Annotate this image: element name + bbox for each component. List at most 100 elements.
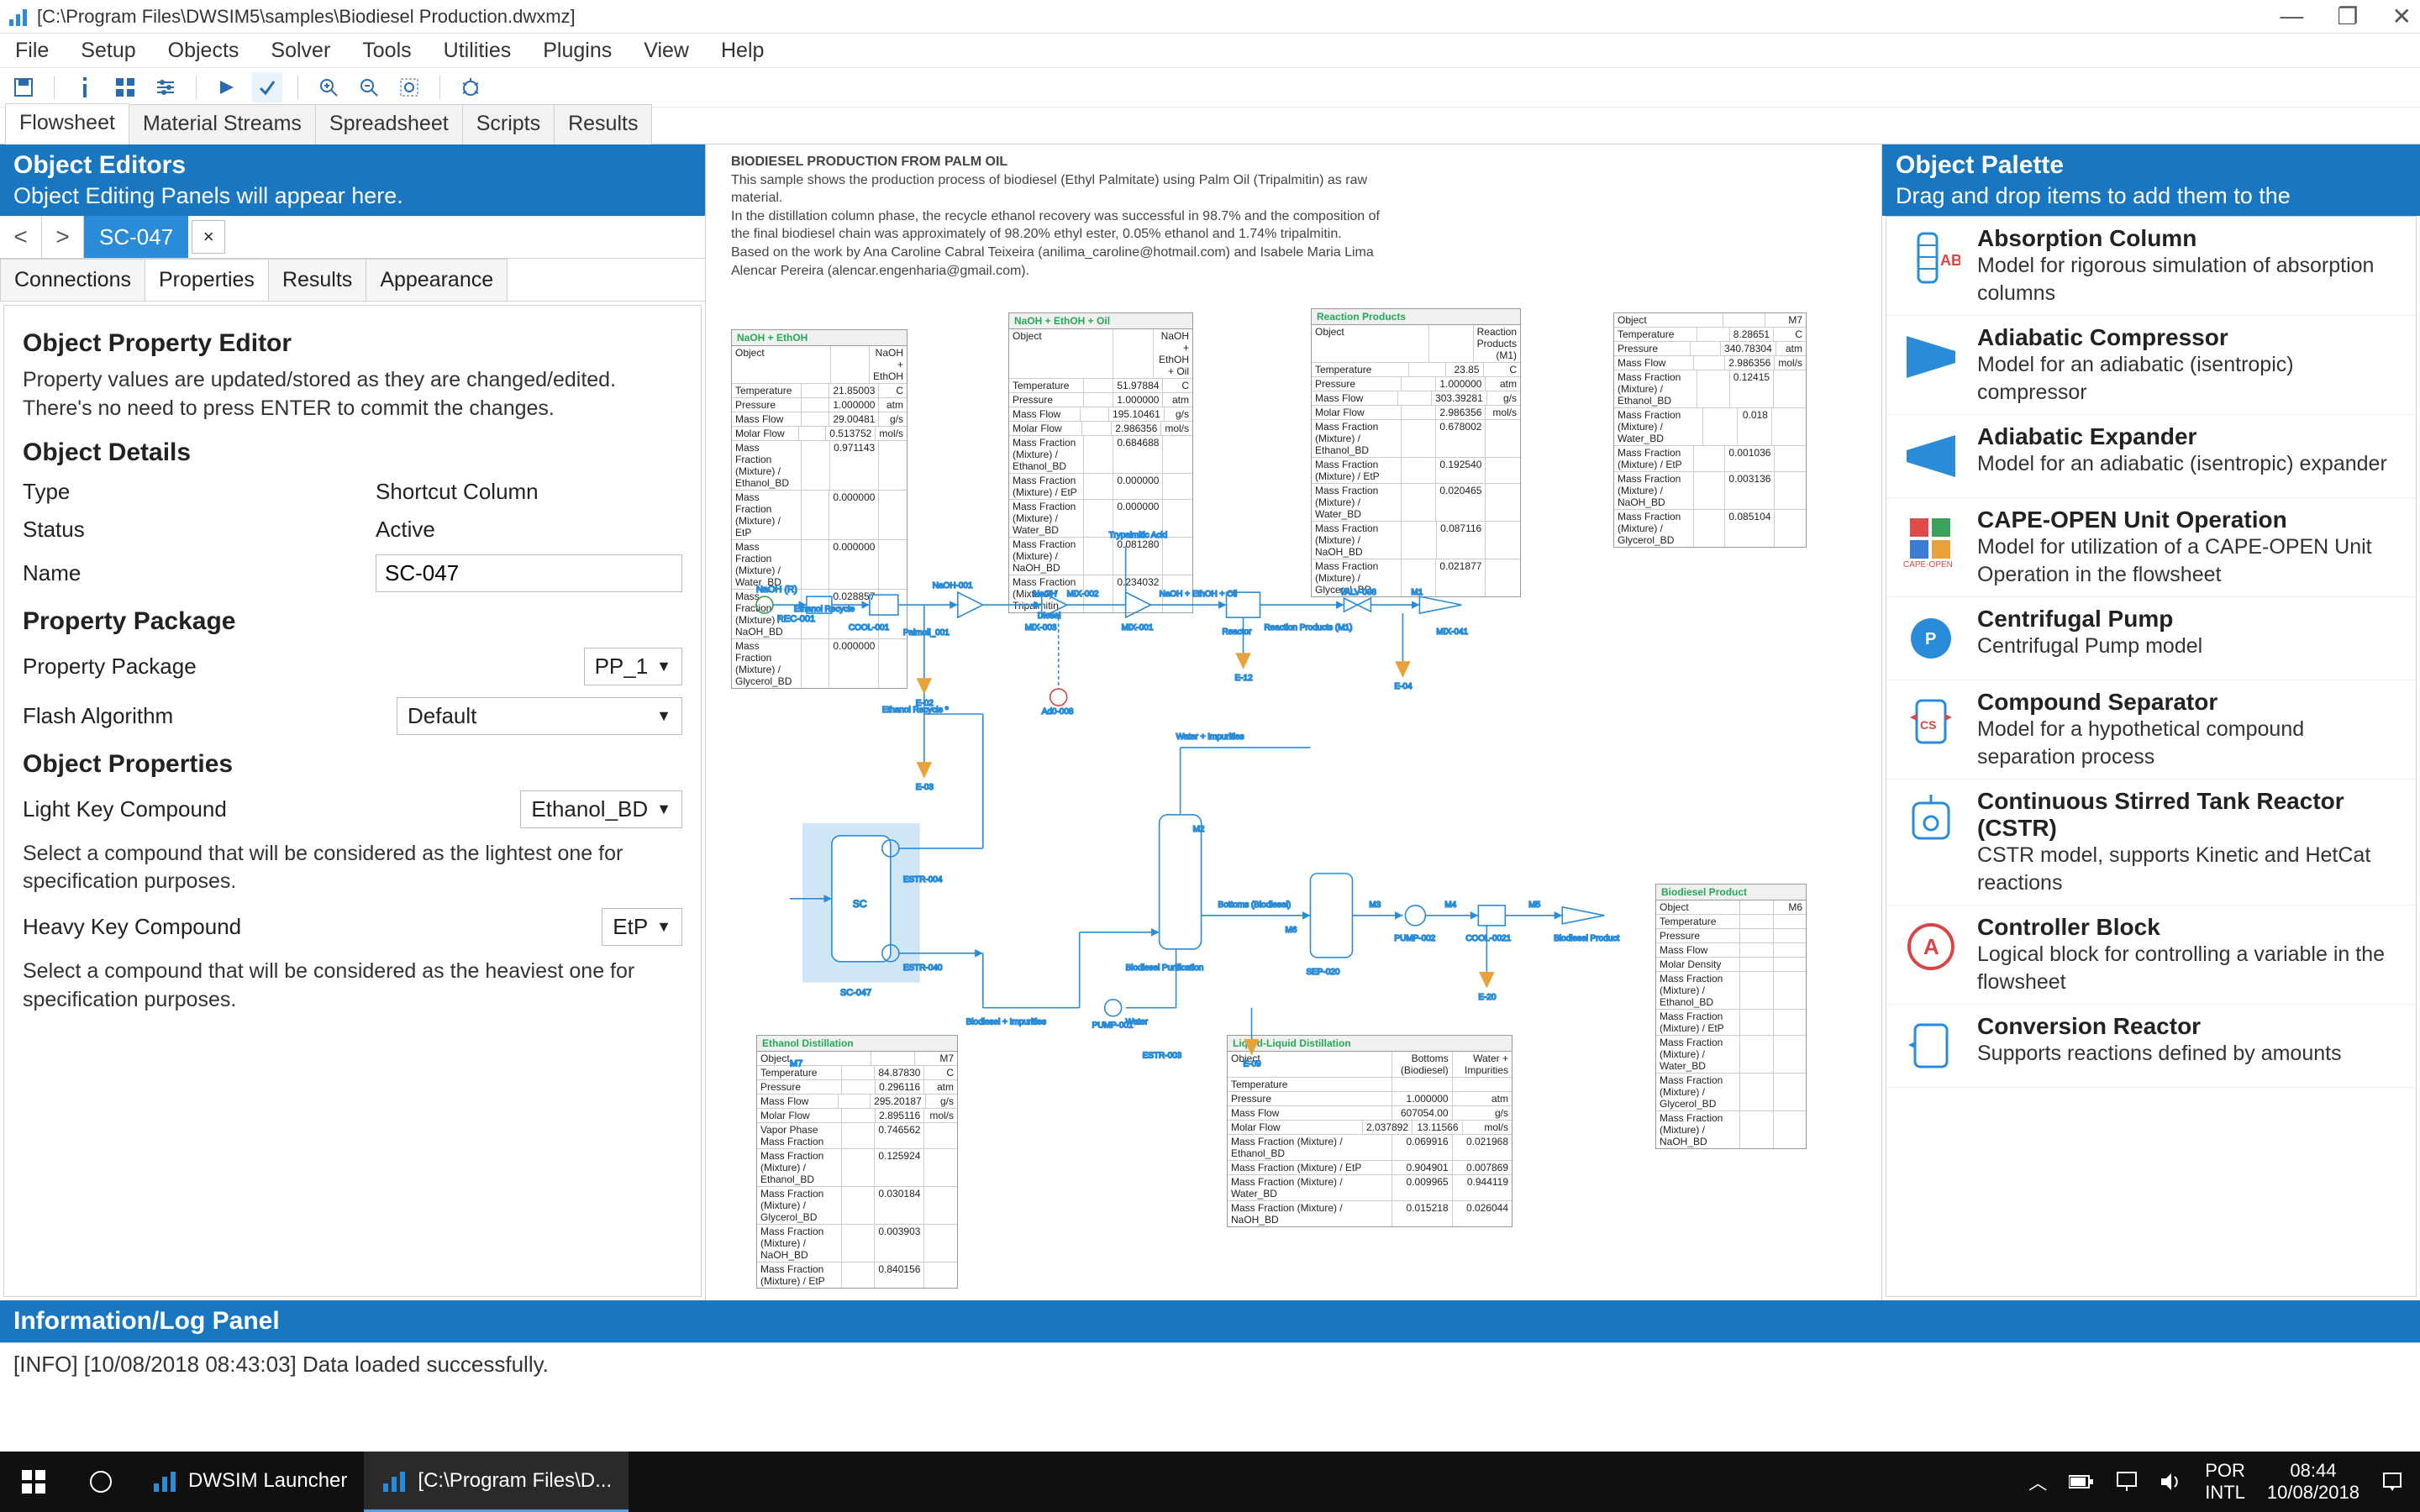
menu-utilities[interactable]: Utilities — [437, 35, 518, 66]
svg-text:M3: M3 — [1369, 900, 1381, 910]
flowsheet-diagram: NaOH (R) REC-001 Ethanol Recycle COOL-00… — [706, 144, 1881, 1300]
subtab-connections[interactable]: Connections — [0, 259, 145, 301]
tab-results[interactable]: Results — [554, 104, 652, 144]
maximize-button[interactable]: ❐ — [2337, 3, 2358, 30]
svg-text:M7: M7 — [790, 1059, 802, 1069]
zoom-in-icon[interactable] — [313, 72, 344, 102]
start-button[interactable] — [0, 1452, 67, 1512]
property-editor[interactable]: Object Property Editor Property values a… — [3, 305, 702, 1297]
svg-text:COOL-001: COOL-001 — [849, 623, 890, 633]
menu-help[interactable]: Help — [714, 35, 771, 66]
taskbar-app-dwsim-file[interactable]: [C:\Program Files\D... — [364, 1452, 629, 1512]
subtab-results[interactable]: Results — [268, 259, 366, 301]
palette-item[interactable]: CSCompound SeparatorModel for a hypothet… — [1886, 680, 2416, 780]
palette-item[interactable]: Conversion ReactorSupports reactions def… — [1886, 1005, 2416, 1088]
subtab-properties[interactable]: Properties — [145, 259, 269, 301]
pp-label: Property Package — [23, 654, 376, 680]
palette-item[interactable]: Adiabatic CompressorModel for an adiabat… — [1886, 316, 2416, 415]
taskbar: DWSIM Launcher [C:\Program Files\D... ︿ … — [0, 1452, 2420, 1512]
debug-icon[interactable] — [455, 72, 486, 102]
menu-view[interactable]: View — [637, 35, 696, 66]
svg-text:SC-047: SC-047 — [840, 988, 871, 998]
nav-forward-button[interactable]: > — [42, 216, 84, 258]
lightkey-select[interactable]: Ethanol_BD▼ — [520, 790, 682, 828]
menu-plugins[interactable]: Plugins — [536, 35, 618, 66]
info-icon[interactable] — [70, 72, 100, 102]
zoom-fit-icon[interactable] — [394, 72, 424, 102]
svg-text:Palmoil_001: Palmoil_001 — [903, 628, 950, 638]
svg-text:Ethanol Recycle *: Ethanol Recycle * — [882, 706, 949, 715]
tray-volume-icon[interactable] — [2160, 1472, 2183, 1492]
palette-item-title: CAPE-OPEN Unit Operation — [1977, 507, 2404, 533]
tab-spreadsheet[interactable]: Spreadsheet — [315, 104, 463, 144]
svg-text:Biodiesel Product: Biodiesel Product — [1554, 934, 1619, 943]
svg-text:Reaction Products (M1): Reaction Products (M1) — [1265, 623, 1353, 633]
svg-text:CS: CS — [1920, 718, 1936, 732]
separator — [297, 76, 298, 99]
tray-language[interactable]: PORINTL — [2205, 1460, 2245, 1504]
object-tab-close[interactable]: × — [192, 220, 225, 254]
palette-item[interactable]: Continuous Stirred Tank Reactor (CSTR)CS… — [1886, 780, 2416, 906]
menu-setup[interactable]: Setup — [74, 35, 142, 66]
tab-scripts[interactable]: Scripts — [462, 104, 555, 144]
tab-material-streams[interactable]: Material Streams — [129, 104, 316, 144]
palette-item-desc: Centrifugal Pump model — [1977, 633, 2202, 660]
palette-list[interactable]: ABAbsorption ColumnModel for rigorous si… — [1886, 216, 2417, 1297]
palette-item[interactable]: PCentrifugal PumpCentrifugal Pump model — [1886, 597, 2416, 680]
tray-clock[interactable]: 08:4410/08/2018 — [2267, 1460, 2360, 1504]
main-tabs: Flowsheet Material Streams Spreadsheet S… — [0, 108, 2420, 144]
svg-text:ESTR-003: ESTR-003 — [1143, 1052, 1182, 1061]
name-input[interactable] — [376, 554, 682, 592]
chevron-down-icon: ▼ — [656, 801, 671, 818]
play-icon[interactable] — [212, 72, 242, 102]
palette-item[interactable]: CAPE-OPENCAPE-OPEN Unit OperationModel f… — [1886, 498, 2416, 597]
cstr-icon — [1898, 788, 1964, 853]
svg-text:MIX-002: MIX-002 — [1067, 590, 1099, 599]
palette-item-desc: Model for an adiabatic (isentropic) comp… — [1977, 351, 2404, 406]
settings-icon[interactable] — [150, 72, 181, 102]
object-tab[interactable]: SC-047 — [84, 216, 188, 258]
menu-tools[interactable]: Tools — [355, 35, 418, 66]
tray-network-icon[interactable] — [2116, 1471, 2138, 1493]
grid-icon[interactable] — [110, 72, 140, 102]
svg-text:Ad0-008: Ad0-008 — [1042, 707, 1074, 717]
separator — [54, 76, 55, 99]
flash-select[interactable]: Default▼ — [397, 697, 682, 735]
nav-back-button[interactable]: < — [0, 216, 42, 258]
chevron-down-icon: ▼ — [656, 658, 671, 675]
check-icon[interactable] — [252, 72, 282, 102]
separator — [439, 76, 440, 99]
flowsheet-canvas[interactable]: BIODIESEL PRODUCTION FROM PALM OIL This … — [706, 144, 1882, 1300]
lightkey-label: Light Key Compound — [23, 796, 376, 822]
svg-text:COOL-0021: COOL-0021 — [1465, 934, 1511, 943]
svg-text:E-12: E-12 — [1235, 674, 1254, 683]
cortana-button[interactable] — [67, 1452, 134, 1512]
status-label: Status — [23, 517, 376, 543]
save-icon[interactable] — [8, 72, 39, 102]
close-button[interactable]: ✕ — [2392, 3, 2412, 30]
menu-objects[interactable]: Objects — [161, 35, 246, 66]
pp-select[interactable]: PP_1▼ — [584, 648, 682, 685]
zoom-out-icon[interactable] — [354, 72, 384, 102]
property-package-heading: Property Package — [23, 607, 682, 636]
tray-chevron-up-icon[interactable]: ︿ — [2028, 1468, 2047, 1495]
svg-text:AB: AB — [1940, 252, 1960, 269]
palette-item-title: Centrifugal Pump — [1977, 606, 2202, 633]
object-subtabs: Connections Properties Results Appearanc… — [0, 259, 705, 302]
tab-flowsheet[interactable]: Flowsheet — [5, 103, 129, 144]
minimize-button[interactable]: — — [2280, 3, 2303, 30]
palette-item[interactable]: Adiabatic ExpanderModel for an adiabatic… — [1886, 415, 2416, 498]
tray-notifications-icon[interactable] — [2381, 1471, 2403, 1493]
palette-item[interactable]: AController BlockLogical block for contr… — [1886, 906, 2416, 1005]
window-title: [C:\Program Files\DWSIM5\samples\Biodies… — [37, 6, 2280, 28]
menu-file[interactable]: File — [8, 35, 55, 66]
palette-item[interactable]: ABAbsorption ColumnModel for rigorous si… — [1886, 217, 2416, 316]
subtab-appearance[interactable]: Appearance — [366, 259, 508, 301]
palette-item-title: Adiabatic Expander — [1977, 423, 2387, 450]
tray-battery-icon[interactable] — [2069, 1474, 2094, 1489]
taskbar-app-dwsim-launcher[interactable]: DWSIM Launcher — [134, 1452, 364, 1512]
heavykey-select[interactable]: EtP▼ — [602, 908, 682, 946]
menu-solver[interactable]: Solver — [264, 35, 337, 66]
heavykey-desc: Select a compound that will be considere… — [23, 958, 682, 1015]
svg-text:E-03: E-03 — [916, 783, 934, 792]
